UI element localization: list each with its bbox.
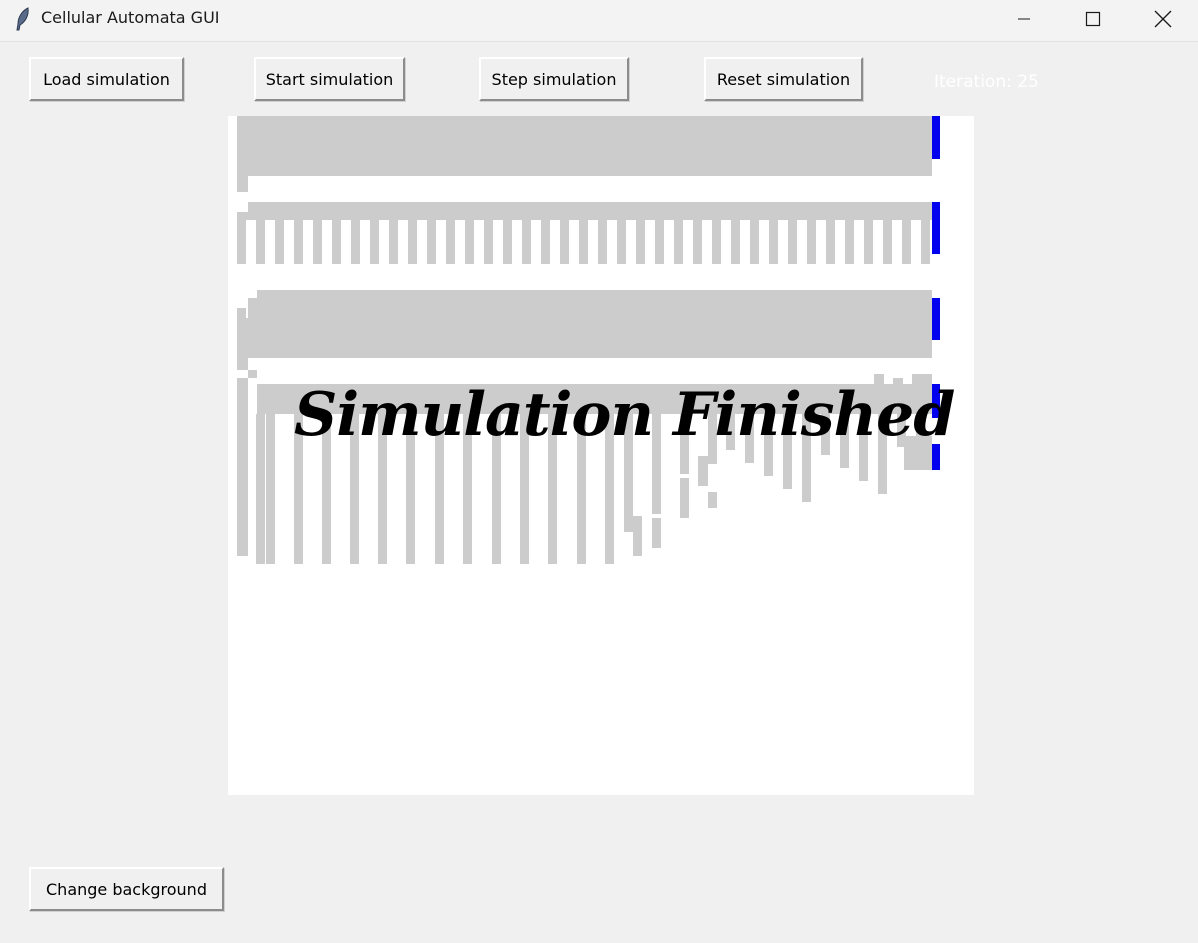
cell-column — [351, 220, 360, 264]
cell-column — [636, 220, 645, 264]
change-background-button[interactable]: Change background — [29, 867, 224, 911]
cell-column — [769, 220, 778, 264]
reset-simulation-button[interactable]: Reset simulation — [704, 57, 863, 101]
cell-column — [313, 220, 322, 264]
cell — [708, 492, 717, 508]
title-bar: Cellular Automata GUI — [0, 0, 1198, 42]
cell — [237, 318, 932, 358]
start-simulation-button[interactable]: Start simulation — [254, 57, 405, 101]
marker-bar — [932, 298, 940, 340]
cell — [237, 358, 248, 370]
cell-column — [522, 220, 531, 264]
cell — [237, 378, 248, 556]
simulation-finished-label: Simulation Finished — [294, 380, 955, 450]
cell-column — [826, 220, 835, 264]
cell-column — [370, 220, 379, 264]
cell-column — [674, 220, 683, 264]
cell-column — [788, 220, 797, 264]
cell-column — [883, 220, 892, 264]
cell-column — [579, 220, 588, 264]
minimize-icon — [1018, 18, 1030, 20]
cell — [237, 212, 248, 220]
load-simulation-button[interactable]: Load simulation — [29, 57, 184, 101]
cell-column — [427, 220, 436, 264]
cell — [248, 370, 257, 378]
close-button[interactable] — [1128, 0, 1198, 38]
cell — [237, 176, 248, 192]
cell-column — [655, 220, 664, 264]
cell-column — [256, 220, 265, 264]
cell — [652, 518, 661, 548]
cell — [248, 116, 932, 176]
cell-column — [446, 220, 455, 264]
maximize-icon — [1085, 11, 1101, 27]
cell-column — [731, 220, 740, 264]
simulation-canvas[interactable]: Simulation Finished — [228, 116, 974, 795]
cell-column — [693, 220, 702, 264]
cell-column — [902, 220, 911, 264]
cell-column — [503, 220, 512, 264]
cell — [680, 478, 689, 518]
cell — [248, 202, 932, 220]
cell-column — [807, 220, 816, 264]
cell-grid — [237, 116, 940, 564]
step-simulation-button[interactable]: Step simulation — [479, 57, 629, 101]
cell — [237, 220, 246, 264]
cell-column — [560, 220, 569, 264]
feather-icon — [16, 7, 29, 31]
cell — [248, 298, 257, 318]
cell-column — [266, 414, 275, 564]
cell-column — [294, 220, 303, 264]
cell-column — [484, 220, 493, 264]
cell — [922, 161, 932, 176]
cell-column — [617, 220, 626, 264]
cell-column — [465, 220, 474, 264]
cell-column — [389, 220, 398, 264]
iteration-counter: Iteration: 25 — [934, 72, 1039, 92]
cell — [698, 456, 708, 486]
cell-column — [750, 220, 759, 264]
window-title: Cellular Automata GUI — [41, 8, 220, 27]
cell-column — [864, 220, 873, 264]
cell-column — [275, 220, 284, 264]
cell-column — [598, 220, 607, 264]
cell — [256, 414, 265, 564]
cell-column — [332, 220, 341, 264]
cell-column — [921, 220, 930, 264]
cell — [237, 116, 248, 176]
marker-bar — [932, 202, 940, 254]
cell-column — [541, 220, 550, 264]
cell — [633, 516, 642, 556]
marker-bar — [932, 116, 940, 159]
cell-column — [845, 220, 854, 264]
minimize-button[interactable] — [989, 0, 1059, 38]
cell-column — [712, 220, 721, 264]
cell-column — [408, 220, 417, 264]
maximize-button[interactable] — [1058, 0, 1128, 38]
close-icon — [1154, 10, 1172, 28]
